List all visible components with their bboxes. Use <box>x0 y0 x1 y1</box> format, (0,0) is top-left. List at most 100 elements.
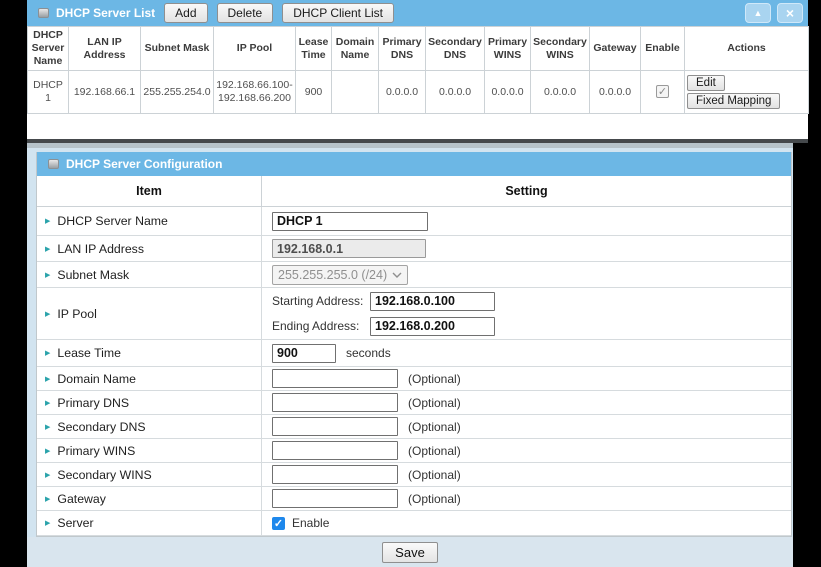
field-label: Lease Time <box>57 346 121 360</box>
delete-button[interactable]: Delete <box>217 3 274 23</box>
col-secondary-wins: Secondary WINS <box>531 27 590 71</box>
lease-time-input[interactable] <box>272 344 336 363</box>
cell-secondary-dns: 0.0.0.0 <box>426 71 485 114</box>
cell-subnet-mask: 255.255.254.0 <box>141 71 214 114</box>
server-enable-label: Enable <box>292 516 329 530</box>
row-dhcp-server-name: ▶DHCP Server Name <box>37 207 791 236</box>
row-ip-pool: ▶IP Pool Starting Address: Ending Addres… <box>37 288 791 340</box>
bullet-arrow-icon: ▶ <box>45 519 50 527</box>
close-icon: × <box>786 6 794 20</box>
primary-dns-input[interactable] <box>272 393 398 412</box>
bullet-arrow-icon: ▶ <box>45 310 50 318</box>
chevron-down-icon <box>392 272 402 278</box>
secondary-dns-input[interactable] <box>272 417 398 436</box>
edit-button[interactable]: Edit <box>687 75 725 91</box>
row-server: ▶ Server ✓ Enable <box>37 511 791 536</box>
cell-secondary-wins: 0.0.0.0 <box>531 71 590 114</box>
gateway-input[interactable] <box>272 489 398 508</box>
field-label: Primary WINS <box>57 444 135 458</box>
dhcp-server-table: DHCP Server Name LAN IP Address Subnet M… <box>27 26 809 114</box>
cell-domain-name <box>332 71 379 114</box>
col-gateway: Gateway <box>590 27 641 71</box>
panel-icon <box>38 8 49 18</box>
fixed-mapping-button[interactable]: Fixed Mapping <box>687 93 780 109</box>
col-lan-ip-address: LAN IP Address <box>69 27 141 71</box>
field-label: DHCP Server Name <box>57 214 167 228</box>
optional-hint: (Optional) <box>408 396 461 410</box>
optional-hint: (Optional) <box>408 444 461 458</box>
add-button[interactable]: Add <box>164 3 207 23</box>
cell-primary-wins: 0.0.0.0 <box>485 71 531 114</box>
subnet-mask-select-disabled: 255.255.255.0 (/24) <box>272 265 408 285</box>
bullet-arrow-icon: ▶ <box>45 495 50 503</box>
bullet-arrow-icon: ▶ <box>45 423 50 431</box>
list-toolbar: Add Delete DHCP Client List <box>164 3 394 23</box>
field-label: Secondary WINS <box>57 468 151 482</box>
ip-pool-line1: 192.168.66.100- <box>216 79 292 91</box>
enable-checkbox-disabled: ✓ <box>656 85 669 98</box>
row-subnet-mask: ▶ Subnet Mask 255.255.255.0 (/24) <box>37 262 791 288</box>
lease-time-unit: seconds <box>346 346 391 360</box>
screenshot-canvas: DHCP Server List Add Delete DHCP Client … <box>0 0 821 567</box>
cell-lease-time: 900 <box>296 71 332 114</box>
bullet-arrow-icon: ▶ <box>45 271 50 279</box>
field-label: Primary DNS <box>57 396 129 410</box>
dhcp-server-name-input[interactable] <box>272 212 428 231</box>
optional-hint: (Optional) <box>408 420 461 434</box>
row-domain-name: ▶Domain Name (Optional) <box>37 367 791 391</box>
row-primary-wins: ▶Primary WINS (Optional) <box>37 439 791 463</box>
col-lease-time: Lease Time <box>296 27 332 71</box>
row-lan-ip-address: ▶ LAN IP Address <box>37 236 791 262</box>
cell-primary-dns: 0.0.0.0 <box>379 71 426 114</box>
collapse-button[interactable]: ▲ <box>745 3 771 23</box>
cell-lan-ip-address: 192.168.66.1 <box>69 71 141 114</box>
bullet-arrow-icon: ▶ <box>45 399 50 407</box>
lan-ip-address-input <box>272 239 426 258</box>
field-label: LAN IP Address <box>57 242 144 256</box>
starting-address-label: Starting Address: <box>272 294 370 308</box>
config-footer: Save <box>27 537 793 567</box>
row-secondary-dns: ▶Secondary DNS (Optional) <box>37 415 791 439</box>
ending-address-label: Ending Address: <box>272 319 370 333</box>
col-primary-wins: Primary WINS <box>485 27 531 71</box>
row-lease-time: ▶Lease Time seconds <box>37 340 791 367</box>
dhcp-server-list-panel: DHCP Server List Add Delete DHCP Client … <box>27 0 808 139</box>
starting-address-input[interactable] <box>370 292 495 311</box>
ending-address-input[interactable] <box>370 317 495 336</box>
col-dhcp-server-name: DHCP Server Name <box>28 27 69 71</box>
ip-pool-line2: 192.168.66.200 <box>218 92 291 104</box>
field-label: Subnet Mask <box>57 268 129 282</box>
optional-hint: (Optional) <box>408 468 461 482</box>
setting-column-header: Setting <box>262 176 791 206</box>
col-enable: Enable <box>641 27 685 71</box>
config-panel-titlebar: DHCP Server Configuration <box>37 152 791 176</box>
row-primary-dns: ▶ Primary DNS (Optional) <box>37 391 791 415</box>
col-ip-pool: IP Pool <box>214 27 296 71</box>
domain-name-input[interactable] <box>272 369 398 388</box>
secondary-wins-input[interactable] <box>272 465 398 484</box>
col-actions: Actions <box>685 27 809 71</box>
save-button[interactable]: Save <box>382 542 438 563</box>
window-controls: ▲ × <box>745 3 803 23</box>
cell-gateway: 0.0.0.0 <box>590 71 641 114</box>
field-label: Server <box>57 516 93 530</box>
subnet-mask-selected-value: 255.255.255.0 (/24) <box>278 268 387 282</box>
list-panel-titlebar: DHCP Server List Add Delete DHCP Client … <box>27 0 808 26</box>
table-row: DHCP 1 192.168.66.1 255.255.254.0 192.16… <box>28 71 809 114</box>
cell-dhcp-server-name: DHCP 1 <box>28 71 69 114</box>
dhcp-client-list-button[interactable]: DHCP Client List <box>282 3 394 23</box>
field-label: Gateway <box>57 492 106 506</box>
field-label: Domain Name <box>57 372 136 386</box>
bullet-arrow-icon: ▶ <box>45 471 50 479</box>
server-enable-checkbox[interactable]: ✓ <box>272 517 285 530</box>
panel-icon <box>48 159 59 169</box>
optional-hint: (Optional) <box>408 492 461 506</box>
bullet-arrow-icon: ▶ <box>45 245 50 253</box>
col-primary-dns: Primary DNS <box>379 27 426 71</box>
optional-hint: (Optional) <box>408 372 461 386</box>
dhcp-server-configuration-section: DHCP Server Configuration Item Setting ▶… <box>27 143 793 567</box>
cell-enable: ✓ <box>641 71 685 114</box>
close-button[interactable]: × <box>777 3 803 23</box>
cell-ip-pool: 192.168.66.100- 192.168.66.200 <box>214 71 296 114</box>
primary-wins-input[interactable] <box>272 441 398 460</box>
